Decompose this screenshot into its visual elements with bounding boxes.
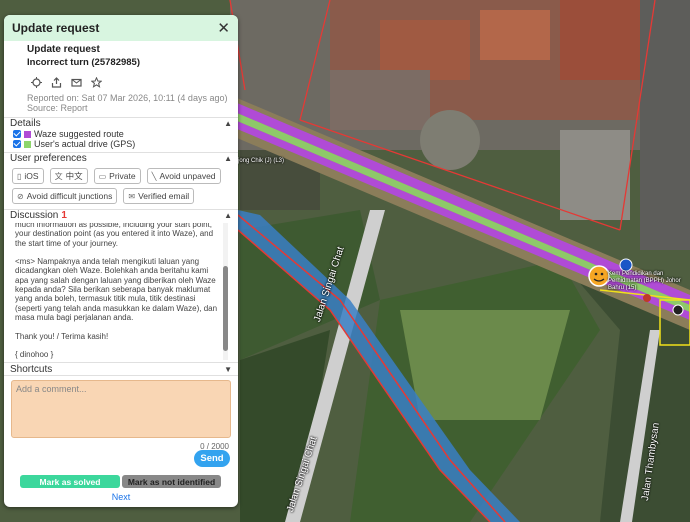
pref-label: Avoid unpaved bbox=[159, 171, 216, 181]
phone-icon: ▯ bbox=[17, 171, 22, 181]
send-button[interactable]: Send bbox=[194, 450, 230, 467]
locate-icon[interactable] bbox=[30, 76, 42, 88]
route-color-swatch bbox=[24, 130, 31, 138]
preferences-list: ▯ iOS 文中文 ▭ Private ╲ Avoid unpaved ⊘ Avoid … bbox=[4, 164, 238, 207]
discussion-title: Discussion bbox=[10, 210, 59, 221]
detail-gps-drive[interactable]: User's actual drive (GPS) bbox=[4, 139, 238, 149]
shortcuts-title: Shortcuts bbox=[10, 363, 53, 375]
share-icon[interactable] bbox=[50, 76, 62, 88]
mark-not-identified-button[interactable]: Mark as not identified bbox=[122, 475, 221, 488]
discussion-thread[interactable]: much information as possible, including … bbox=[15, 223, 228, 360]
request-actions bbox=[30, 76, 232, 88]
poi-label: jong Chik (J) (L3) bbox=[238, 158, 285, 164]
panel-header: Update request ✕ bbox=[4, 15, 238, 41]
panel-title: Update request bbox=[12, 21, 100, 35]
preferences-header[interactable]: User preferences ▲ bbox=[4, 152, 238, 164]
mark-solved-button[interactable]: Mark as solved bbox=[20, 475, 120, 488]
pref-junctions: ⊘ Avoid difficult junctions bbox=[12, 188, 118, 204]
update-request-icon bbox=[10, 44, 27, 113]
update-request-panel: Update request ✕ Update request Incorrec… bbox=[4, 15, 238, 507]
next-link[interactable]: Next bbox=[4, 492, 238, 502]
resolution-actions: Mark as solved Mark as not identified bbox=[20, 475, 221, 488]
pref-label: Avoid difficult junctions bbox=[26, 191, 113, 201]
poi-label: Kem Pendidikan dan Perhidmatan (BPPH) Jo… bbox=[608, 271, 681, 291]
pref-label: Verified email bbox=[138, 191, 190, 201]
comment-input[interactable]: Add a comment... bbox=[11, 380, 231, 438]
discussion-header[interactable]: Discussion 1 ▲ bbox=[4, 209, 238, 221]
shortcuts-header[interactable]: Shortcuts ▼ bbox=[4, 362, 238, 376]
pref-label: 中文 bbox=[65, 171, 83, 181]
update-request-marker bbox=[588, 265, 610, 287]
car-icon: ▭ bbox=[98, 171, 107, 181]
comment-placeholder: Add a comment... bbox=[16, 384, 87, 394]
translate-icon: 文 bbox=[54, 171, 63, 181]
request-title: Update request bbox=[27, 44, 100, 55]
caret-down-icon: ▼ bbox=[224, 364, 232, 374]
report-source: Source: Report bbox=[27, 103, 88, 113]
detail-label: Waze suggested route bbox=[34, 129, 124, 139]
details-header[interactable]: Details ▲ bbox=[4, 117, 238, 129]
pref-vehicle: ▭ Private bbox=[93, 168, 141, 184]
checkbox[interactable] bbox=[13, 130, 21, 138]
gps-color-swatch bbox=[24, 140, 31, 148]
poi-marker bbox=[619, 258, 633, 272]
caret-up-icon: ▲ bbox=[224, 154, 232, 163]
caret-up-icon: ▲ bbox=[224, 119, 232, 128]
pref-label: Private bbox=[109, 171, 136, 181]
caret-up-icon: ▲ bbox=[224, 211, 232, 220]
preferences-title: User preferences bbox=[10, 153, 87, 164]
request-type: Incorrect turn (25782985) bbox=[27, 57, 140, 68]
email-icon: ✉ bbox=[128, 191, 136, 201]
junction-icon: ⊘ bbox=[17, 191, 24, 201]
detail-waze-route[interactable]: Waze suggested route bbox=[4, 129, 238, 139]
discussion-message: much information as possible, including … bbox=[15, 223, 218, 360]
pref-language: 文中文 bbox=[49, 168, 88, 184]
pref-label: iOS bbox=[24, 171, 39, 181]
pref-unpaved: ╲ Avoid unpaved bbox=[146, 168, 221, 184]
pref-email: ✉ Verified email bbox=[123, 188, 195, 204]
reported-date: Reported on: Sat 07 Mar 2026, 10:11 (4 d… bbox=[27, 93, 228, 103]
close-button[interactable]: ✕ bbox=[217, 21, 230, 36]
checkbox[interactable] bbox=[13, 140, 21, 148]
unpaved-icon: ╲ bbox=[151, 171, 157, 181]
details-title: Details bbox=[10, 118, 41, 129]
star-icon[interactable] bbox=[90, 76, 102, 88]
scrollbar-thumb[interactable] bbox=[223, 266, 228, 351]
comment-count-badge: 1 bbox=[61, 210, 67, 221]
detail-label: User's actual drive (GPS) bbox=[34, 139, 136, 149]
email-icon[interactable] bbox=[70, 76, 82, 88]
request-summary: Update request Incorrect turn (25782985)… bbox=[4, 41, 238, 113]
pref-os: ▯ iOS bbox=[12, 168, 44, 184]
